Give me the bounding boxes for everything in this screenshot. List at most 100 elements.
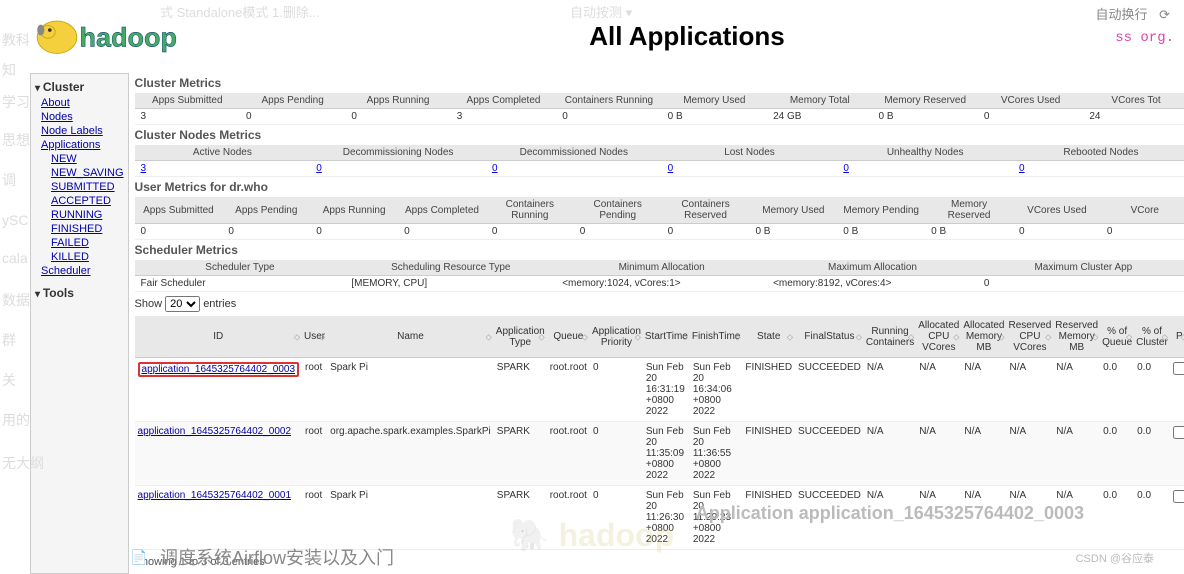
apps-col-header[interactable]: Application Type◇ [494,316,547,358]
show-entries: Show 20 entries [135,292,1184,316]
col-header: Containers Running [486,197,574,224]
refresh-icon: ⟳ [1159,7,1170,22]
col-header: Maximum Allocation [767,260,978,276]
metric-link[interactable]: 0 [492,163,498,174]
wrap-label: 自动换行 [1095,7,1147,22]
col-header: Scheduling Resource Type [345,260,556,276]
cell-priority: 0 [590,422,643,486]
metric-value: 0 B [872,109,977,125]
col-header: Decommissioning Nodes [310,145,486,161]
metric-link[interactable]: 3 [141,163,147,174]
cell-queue: root.root [547,358,590,422]
apps-col-header[interactable]: FinishTime◇ [690,316,743,358]
app-id-link[interactable]: application_1645325764402_0003 [142,364,295,375]
nav-status-failed[interactable]: FAILED [35,236,124,250]
show-select[interactable]: 20 [165,296,200,312]
row-checkbox[interactable] [1173,362,1184,375]
metric-value: 0 [1101,224,1184,240]
nav-links: AboutNodesNode LabelsApplications [35,96,124,152]
app-id-cell: application_1645325764402_0002 [135,422,302,486]
col-header: Containers Pending [574,197,662,224]
metric-value: 0 [1013,224,1101,240]
metric-value: 24 [1083,109,1184,125]
nav-status-running[interactable]: RUNNING [35,208,124,222]
metric-value: 0 [240,109,345,125]
metric-value: 0 [1013,161,1184,177]
apps-col-header[interactable]: Allocated Memory MB◇ [961,316,1006,358]
col-header: Maximum Cluster App [978,260,1184,276]
watermark-logo: 🐘 hadoop [510,516,674,554]
cell-amm: N/A [961,422,1006,486]
cell-name: Spark Pi [327,358,494,422]
apps-col-header[interactable]: Queue◇ [547,316,590,358]
metric-link[interactable]: 0 [668,163,674,174]
apps-col-header[interactable]: Application Priority◇ [590,316,643,358]
nav-status-accepted[interactable]: ACCEPTED [35,194,124,208]
section-cluster-nodes: Cluster Nodes Metrics [135,125,1184,145]
nav-link-about[interactable]: About [35,96,124,110]
apps-col-header[interactable]: ID◇ [135,316,302,358]
apps-col-header[interactable]: Reserved Memory MB◇ [1053,316,1100,358]
nav-status-new_saving[interactable]: NEW_SAVING [35,166,124,180]
nav-link-applications[interactable]: Applications [35,138,124,152]
nav-status-new[interactable]: NEW [35,152,124,166]
nav-link-nodes[interactable]: Nodes [35,110,124,124]
apps-col-header[interactable]: Name◇ [327,316,494,358]
apps-col-header[interactable]: Reserved CPU VCores◇ [1006,316,1053,358]
section-cluster-metrics: Cluster Metrics [135,73,1184,93]
cell-pc: 0.0 [1134,486,1170,550]
col-header: Memory Pending [837,197,925,224]
metric-link[interactable]: 0 [316,163,322,174]
csdn-credit: CSDN @谷应泰 [1076,550,1154,566]
metric-value: 0 [556,109,661,125]
apps-col-header[interactable]: StartTime◇ [643,316,690,358]
apps-col-header[interactable]: FinalStatus◇ [795,316,864,358]
row-checkbox[interactable] [1173,490,1184,503]
app-id-cell: application_1645325764402_0001 [135,486,302,550]
app-id-cell: application_1645325764402_0003 [135,358,302,422]
show-label-post: entries [203,298,236,310]
cell-pc: 0.0 [1134,422,1170,486]
nav-scheduler[interactable]: Scheduler [35,264,124,278]
nav-tools[interactable]: Tools [35,284,124,302]
col-header: VCores Tot [1083,93,1184,109]
cell-name: org.apache.spark.examples.SparkPi [327,422,494,486]
nav-status-submitted[interactable]: SUBMITTED [35,180,124,194]
section-user-metrics: User Metrics for dr.who [135,177,1184,197]
metric-link[interactable]: 0 [843,163,849,174]
metric-link[interactable]: 0 [1019,163,1025,174]
cell-pc: 0.0 [1134,358,1170,422]
apps-col-header[interactable]: Allocated CPU VCores◇ [916,316,961,358]
row-checkbox[interactable] [1173,426,1184,439]
col-header: Apps Pending [240,93,345,109]
apps-col-header[interactable]: State◇ [742,316,795,358]
col-header: Memory Reserved [925,197,1013,224]
cell-final: SUCCEEDED [795,422,864,486]
metric-value: 0 [222,224,310,240]
col-header: Apps Pending [222,197,310,224]
nav-link-node-labels[interactable]: Node Labels [35,124,124,138]
apps-col-header[interactable]: Running Containers◇ [864,316,916,358]
cell-user: root [302,358,327,422]
apps-col-header[interactable]: % of Cluster◇ [1134,316,1170,358]
apps-col-header[interactable]: P◇ [1170,316,1184,358]
apps-col-header[interactable]: % of Queue◇ [1100,316,1134,358]
cell-user: root [302,422,327,486]
scheduler-metrics-table: Scheduler TypeScheduling Resource TypeMi… [135,260,1184,292]
app-id-link[interactable]: application_1645325764402_0001 [138,490,291,501]
cell-user: root [302,486,327,550]
col-header: Apps Completed [398,197,486,224]
nav-cluster[interactable]: Cluster [35,78,124,96]
metric-value: 0 [978,276,1184,292]
nodes-metrics-table: Active NodesDecommissioning NodesDecommi… [135,145,1184,177]
user-metrics-table: Apps SubmittedApps PendingApps RunningAp… [135,197,1184,240]
metric-value: 0 [486,161,662,177]
apps-col-header[interactable]: User◇ [302,316,327,358]
cell-rcv: N/A [1006,358,1053,422]
col-header: Minimum Allocation [556,260,767,276]
cell-rmm: N/A [1053,422,1100,486]
app-id-link[interactable]: application_1645325764402_0002 [138,426,291,437]
nav-status-finished[interactable]: FINISHED [35,222,124,236]
content: Cluster Metrics Apps SubmittedApps Pendi… [129,73,1184,574]
nav-status-killed[interactable]: KILLED [35,250,124,264]
